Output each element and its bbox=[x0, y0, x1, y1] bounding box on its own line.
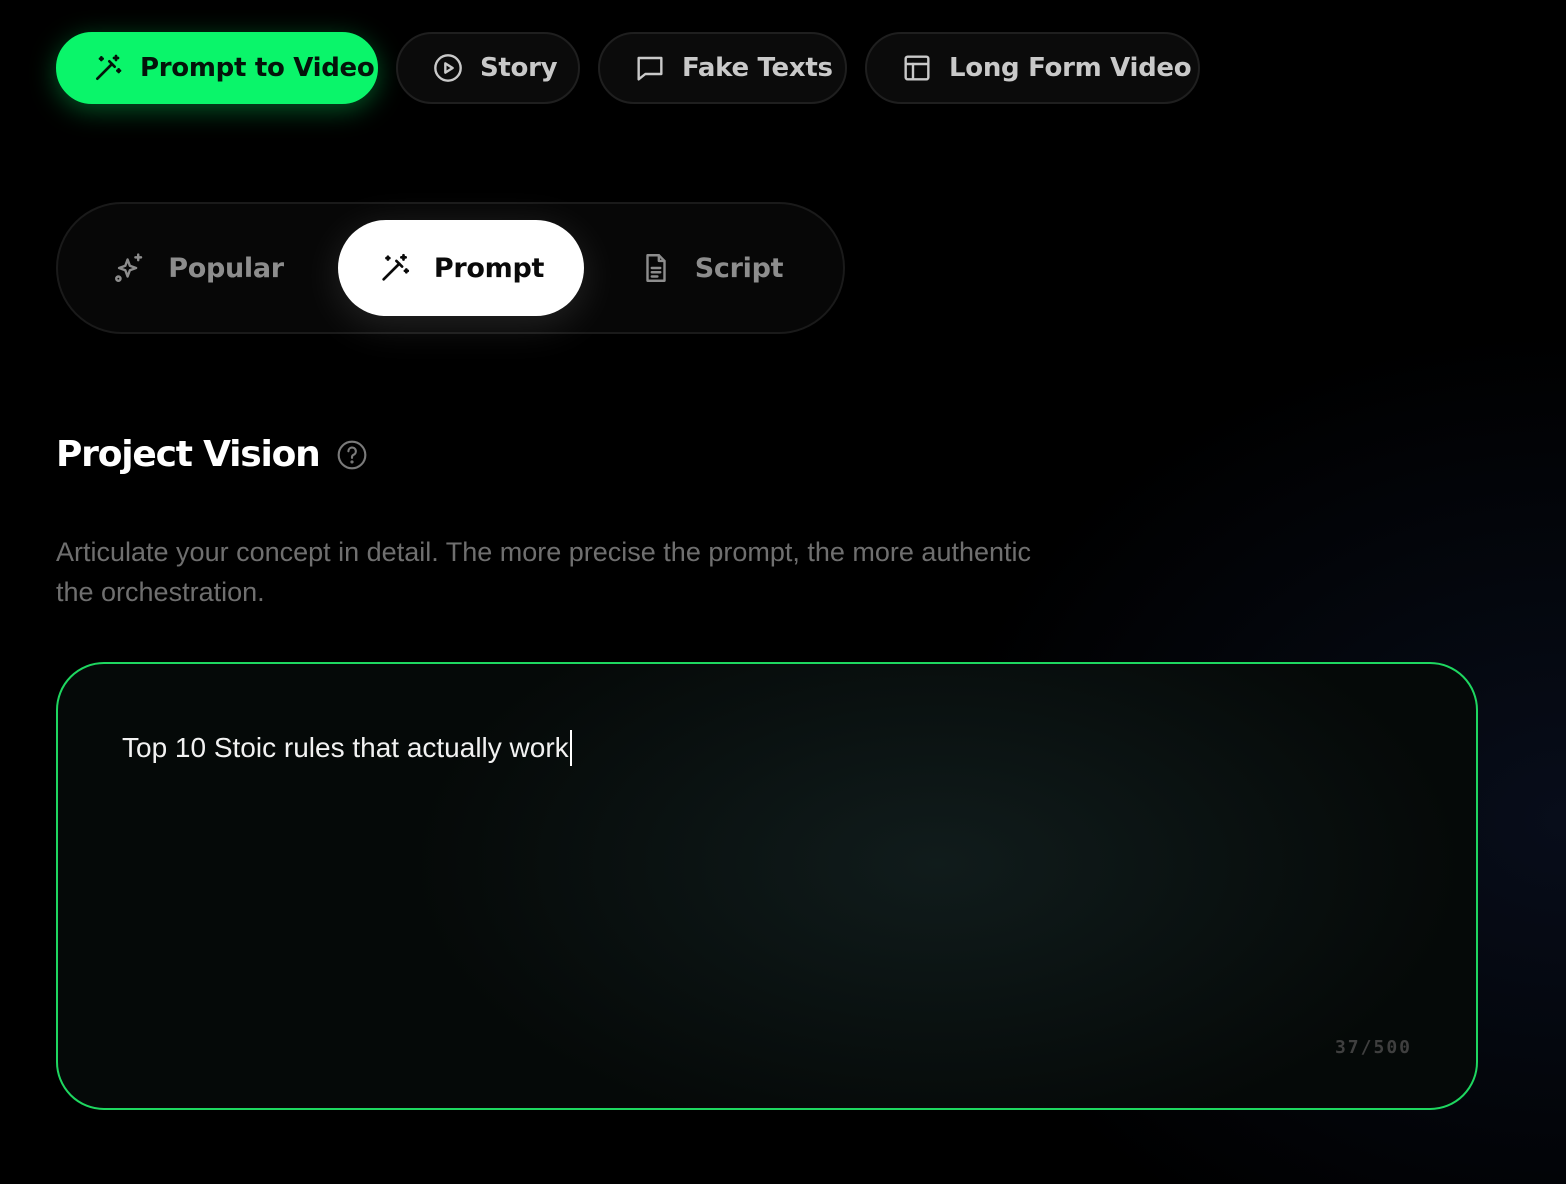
subtab-label: Script bbox=[694, 252, 784, 284]
tab-story[interactable]: Story bbox=[396, 32, 580, 104]
input-mode-switcher: Popular Prompt Script bbox=[56, 202, 845, 334]
tab-prompt-to-video[interactable]: Prompt to Video bbox=[56, 32, 378, 104]
question-circle-icon[interactable] bbox=[336, 439, 368, 471]
text-caret bbox=[569, 730, 572, 766]
subtab-label: Prompt bbox=[433, 252, 545, 284]
prompt-input-value-wrapper[interactable]: Top 10 Stoic rules that actually work bbox=[122, 728, 572, 768]
tab-label: Long Form Video bbox=[949, 53, 1192, 83]
magic-wand-icon bbox=[92, 52, 124, 84]
section-title: Project Vision bbox=[56, 434, 321, 475]
layout-icon bbox=[901, 52, 933, 84]
tab-label: Fake Texts bbox=[682, 53, 833, 83]
sparkles-icon bbox=[112, 251, 146, 285]
document-icon bbox=[639, 251, 673, 285]
tab-label: Prompt to Video bbox=[140, 53, 375, 83]
magic-wand-icon bbox=[378, 251, 412, 285]
chat-bubble-icon bbox=[634, 52, 666, 84]
tab-long-form-video[interactable]: Long Form Video bbox=[865, 32, 1200, 104]
play-circle-icon bbox=[432, 52, 464, 84]
tab-fake-texts[interactable]: Fake Texts bbox=[598, 32, 847, 104]
subtab-popular[interactable]: Popular bbox=[108, 220, 288, 316]
tab-label: Story bbox=[480, 53, 558, 83]
section-header: Project Vision bbox=[56, 434, 368, 475]
subtab-prompt[interactable]: Prompt bbox=[338, 220, 584, 316]
character-counter: 37/500 bbox=[1334, 1037, 1412, 1058]
prompt-input[interactable]: Top 10 Stoic rules that actually work 37… bbox=[56, 662, 1478, 1110]
prompt-input-value[interactable]: Top 10 Stoic rules that actually work bbox=[122, 728, 569, 768]
section-description: Articulate your concept in detail. The m… bbox=[56, 537, 1032, 607]
subtab-label: Popular bbox=[168, 252, 284, 284]
subtab-script[interactable]: Script bbox=[636, 220, 786, 316]
mode-tabs: Prompt to Video Story Fake Texts Long Fo… bbox=[56, 32, 1200, 104]
